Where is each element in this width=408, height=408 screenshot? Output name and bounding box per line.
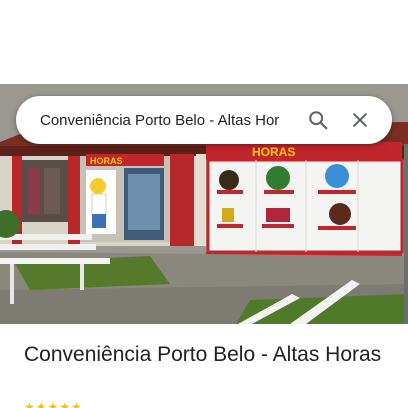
- search-bar[interactable]: Conveniência Porto Belo - Altas Hor: [16, 96, 392, 144]
- search-input[interactable]: Conveniência Porto Belo - Altas Hor: [40, 112, 294, 129]
- close-icon: [353, 113, 367, 127]
- rating-stars: ★★★★★: [24, 400, 83, 408]
- search-button[interactable]: [300, 102, 336, 138]
- place-title: Conveniência Porto Belo - Altas Horas: [24, 343, 382, 366]
- page: HORAS HORAS Conveniência Porto Belo - Al…: [0, 0, 408, 408]
- rating-row: ★★★★★: [24, 400, 83, 408]
- store-sign: HORAS: [252, 145, 295, 159]
- close-button[interactable]: [342, 102, 378, 138]
- store-sign-short: HORAS: [90, 156, 123, 166]
- search-icon: [309, 111, 328, 130]
